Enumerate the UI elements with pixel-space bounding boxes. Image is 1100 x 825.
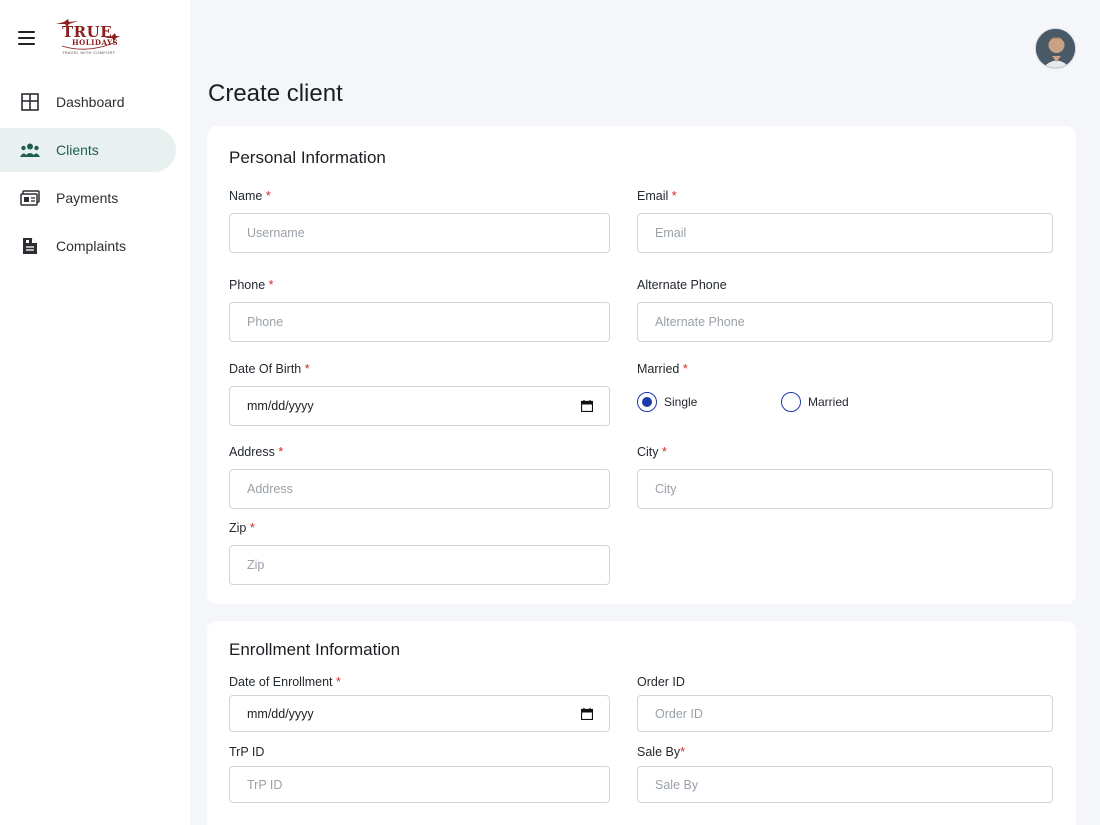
radio-single-label: Single (664, 395, 698, 409)
user-avatar[interactable] (1035, 28, 1076, 69)
enrollment-information-card: Enrollment Information Date of Enrollmen… (207, 621, 1076, 825)
sidebar-nav: Dashboard Clients Payments Complaints (0, 80, 190, 272)
zip-label: Zip * (229, 521, 255, 535)
users-icon (20, 140, 40, 160)
personal-information-card: Personal Information Name * Username Ema… (207, 126, 1076, 604)
address-field: Address * Address (229, 445, 610, 509)
email-label: Email * (637, 189, 677, 203)
trp-id-label: TrP ID (229, 745, 265, 759)
hamburger-menu-icon[interactable] (18, 28, 40, 48)
sidebar-item-complaints[interactable]: Complaints (0, 224, 176, 268)
order-id-input[interactable]: Order ID (637, 695, 1053, 732)
alternate-phone-label: Alternate Phone (637, 278, 727, 292)
trp-id-field: TrP ID TrP ID (229, 745, 610, 803)
dashboard-icon (20, 92, 40, 112)
payments-icon (20, 188, 40, 208)
radio-option-married[interactable]: Married (781, 392, 849, 412)
order-id-label: Order ID (637, 675, 685, 689)
radio-married[interactable] (781, 392, 801, 412)
user-avatar-icon (1036, 29, 1075, 68)
date-of-enrollment-label: Date of Enrollment * (229, 675, 341, 689)
date-of-birth-field: Date Of Birth * mm/dd/yyyy (229, 362, 610, 426)
email-input[interactable]: Email (637, 213, 1053, 253)
section-heading-enrollment: Enrollment Information (229, 640, 401, 659)
sale-by-input[interactable]: Sale By (637, 766, 1053, 803)
phone-input[interactable]: Phone (229, 302, 610, 342)
sidebar-item-clients[interactable]: Clients (0, 128, 176, 172)
address-label: Address * (229, 445, 284, 459)
phone-label: Phone * (229, 278, 274, 292)
sidebar-item-label: Clients (56, 142, 99, 158)
sidebar-item-label: Payments (56, 190, 119, 206)
order-id-field: Order ID Order ID (637, 675, 1053, 732)
date-of-birth-label: Date Of Birth * (229, 362, 310, 376)
radio-option-single[interactable]: Single (637, 392, 697, 412)
radio-single[interactable] (637, 392, 657, 412)
city-field: City * City (637, 445, 1053, 509)
name-label: Name * (229, 189, 271, 203)
calendar-icon[interactable] (581, 707, 593, 720)
alternate-phone-field: Alternate Phone Alternate Phone (637, 278, 1053, 342)
city-label: City * (637, 445, 667, 459)
sidebar-item-payments[interactable]: Payments (0, 176, 176, 220)
date-of-birth-value: mm/dd/yyyy (247, 399, 314, 413)
sidebar-item-label: Dashboard (56, 94, 125, 110)
phone-field: Phone * Phone (229, 278, 610, 342)
complaints-icon (20, 236, 40, 256)
sidebar-item-label: Complaints (56, 238, 127, 254)
name-field: Name * Username (229, 189, 610, 253)
date-of-birth-input[interactable]: mm/dd/yyyy (229, 386, 610, 426)
trp-id-input[interactable]: TrP ID (229, 766, 610, 803)
sidebar-item-dashboard[interactable]: Dashboard (0, 80, 176, 124)
section-heading-personal: Personal Information (229, 148, 386, 167)
zip-input[interactable]: Zip (229, 545, 610, 585)
married-label: Married * (637, 362, 688, 376)
name-input[interactable]: Username (229, 213, 610, 253)
zip-field: Zip * Zip (229, 521, 610, 585)
date-of-enrollment-input[interactable]: mm/dd/yyyy (229, 695, 610, 732)
address-input[interactable]: Address (229, 469, 610, 509)
logo-wordmark-secondary: HOLIDAYS (72, 38, 119, 47)
email-field: Email * Email (637, 189, 1053, 253)
sale-by-field: Sale By* Sale By (637, 745, 1053, 803)
date-of-enrollment-field: Date of Enrollment * mm/dd/yyyy (229, 675, 610, 732)
brand-logo[interactable]: TRUE HOLIDAYS TRAVEL WITH COMFORT (54, 18, 120, 60)
date-of-enrollment-value: mm/dd/yyyy (247, 706, 314, 721)
sale-by-label: Sale By* (637, 745, 685, 759)
sidebar: TRUE HOLIDAYS TRAVEL WITH COMFORT Dashbo… (0, 0, 190, 825)
logo-tagline: TRAVEL WITH COMFORT (62, 50, 116, 55)
married-field: Married * Single Married (637, 362, 1057, 422)
page-title: Create client (208, 80, 343, 107)
alternate-phone-input[interactable]: Alternate Phone (637, 302, 1053, 342)
radio-married-label: Married (808, 395, 849, 409)
calendar-icon[interactable] (581, 400, 593, 412)
city-input[interactable]: City (637, 469, 1053, 509)
